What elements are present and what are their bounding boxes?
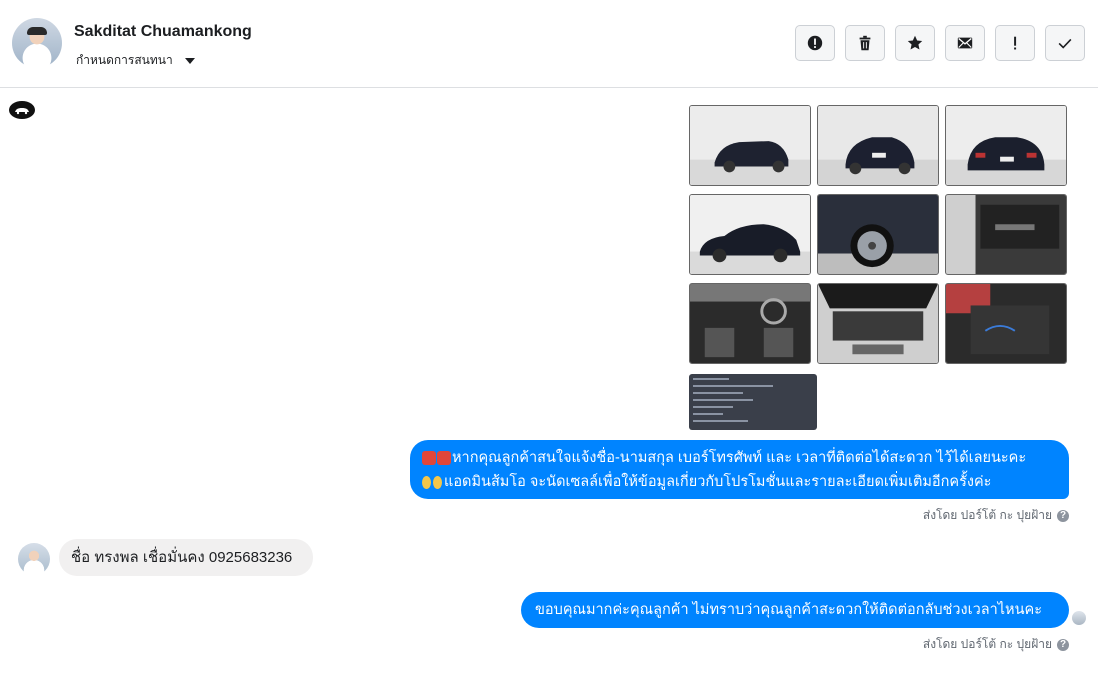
message-line: หากคุณลูกค้าสนใจแจ้งชื่อ-นามสกุล เบอร์โท… <box>422 446 1057 470</box>
done-button[interactable] <box>1045 25 1085 61</box>
assign-conversation-dropdown[interactable]: กำหนดการสนทนา <box>76 51 195 70</box>
alert-circle-icon <box>807 35 823 51</box>
outgoing-message-thank-you[interactable]: ขอบคุณมากค่ะคุณลูกค้า ไม่ทราบว่าคุณลูกค้… <box>521 592 1069 628</box>
sent-by-label: ส่งโดย ปอร์โต้ กะ ปุยฝ้าย ? <box>923 506 1069 525</box>
sent-by-text: ส่งโดย ปอร์โต้ กะ ปุยฝ้าย <box>922 637 1052 651</box>
people-emoji-icon <box>422 475 431 489</box>
check-icon <box>1058 38 1072 49</box>
important-button[interactable] <box>995 25 1035 61</box>
car-photo-dashboard[interactable] <box>689 283 811 364</box>
mark-unread-button[interactable] <box>945 25 985 61</box>
contact-avatar[interactable] <box>12 18 62 68</box>
car-photo-image <box>690 106 810 185</box>
message-text: แอดมินส้มโอ จะนัดเซลล์เพื่อให้ข้อมูลเกี่… <box>444 474 992 490</box>
car-photo-image <box>690 195 810 274</box>
car-photo-image <box>946 106 1066 185</box>
car-photo-grid <box>689 105 1067 364</box>
star-icon <box>907 35 923 50</box>
car-photo-battery[interactable] <box>945 283 1067 364</box>
car-logo-icon <box>15 108 29 115</box>
message-text: หากคุณลูกค้าสนใจแจ้งชื่อ-นามสกุล เบอร์โท… <box>452 450 1027 466</box>
contact-name[interactable]: Sakditat Chuamankong <box>74 23 252 41</box>
car-photo-image <box>946 284 1066 363</box>
assign-conversation-label: กำหนดการสนทนา <box>76 53 173 67</box>
spam-button[interactable] <box>795 25 835 61</box>
car-photo-image <box>818 195 938 274</box>
car-photo-front-left[interactable] <box>689 105 811 186</box>
help-icon[interactable]: ? <box>1057 509 1069 522</box>
car-photo-rear[interactable] <box>945 105 1067 186</box>
car-photo-wheel[interactable] <box>817 194 939 275</box>
people-emoji-icon <box>433 475 442 489</box>
read-receipt-avatar <box>1072 611 1086 625</box>
car-photo-door-interior[interactable] <box>945 194 1067 275</box>
caret-down-icon <box>184 57 195 64</box>
delete-button[interactable] <box>845 25 885 61</box>
car-photo-image <box>818 106 938 185</box>
star-button[interactable] <box>895 25 935 61</box>
car-photo-engine[interactable] <box>817 283 939 364</box>
telephone-emoji-icon <box>437 451 451 465</box>
car-photo-image <box>818 284 938 363</box>
header-actions <box>795 25 1085 61</box>
page-logo-avatar <box>9 101 35 119</box>
trash-icon <box>859 35 871 51</box>
message-line: แอดมินส้มโอ จะนัดเซลล์เพื่อให้ข้อมูลเกี่… <box>422 470 1057 494</box>
outgoing-message-contact-request[interactable]: หากคุณลูกค้าสนใจแจ้งชื่อ-นามสกุล เบอร์โท… <box>410 440 1069 499</box>
car-photo-side[interactable] <box>689 194 811 275</box>
contact-avatar-small[interactable] <box>18 543 50 575</box>
car-photo-image <box>690 284 810 363</box>
car-spec-document-thumbnail[interactable] <box>689 374 817 430</box>
sent-by-text: ส่งโดย ปอร์โต้ กะ ปุยฝ้าย <box>922 508 1052 522</box>
conversation-header: Sakditat Chuamankong กำหนดการสนทนา <box>0 0 1098 88</box>
car-photo-rear-left[interactable] <box>817 105 939 186</box>
exclamation-icon <box>1014 36 1017 50</box>
incoming-message-contact-info[interactable]: ชื่อ ทรงพล เชื่อมั่นคง 0925683236 <box>59 539 313 576</box>
car-photo-image <box>946 195 1066 274</box>
help-icon[interactable]: ? <box>1057 638 1069 651</box>
envelope-icon <box>957 37 973 49</box>
sent-by-label: ส่งโดย ปอร์โต้ กะ ปุยฝ้าย ? <box>923 635 1069 654</box>
telephone-emoji-icon <box>422 451 436 465</box>
